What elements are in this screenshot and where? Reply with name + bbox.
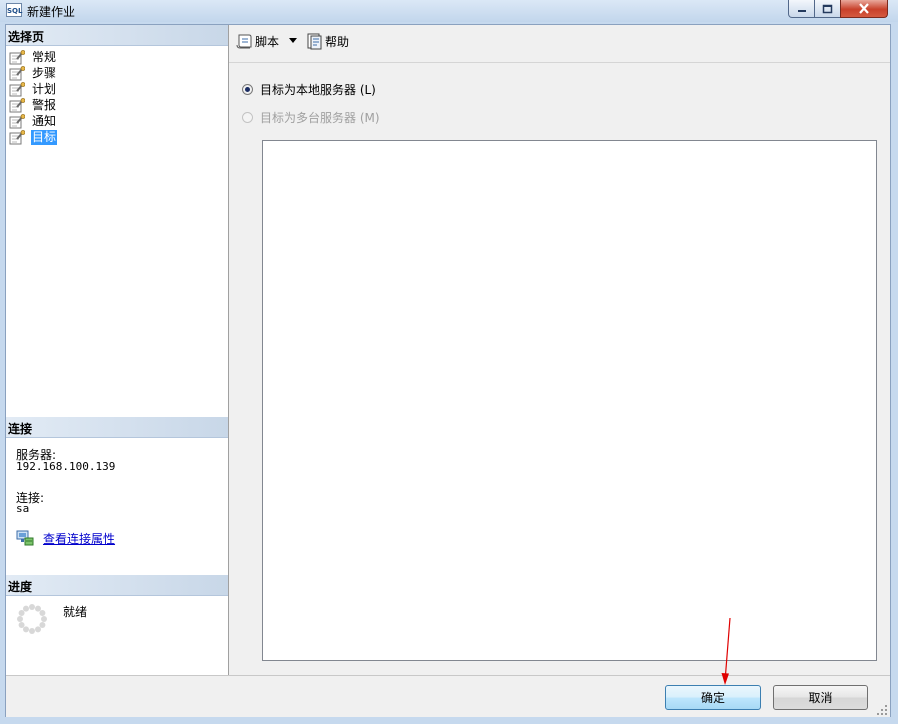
page-item[interactable]: 常规 <box>9 49 57 65</box>
window-title: 新建作业 <box>27 5 76 19</box>
cancel-button[interactable]: 取消 <box>773 685 868 710</box>
toolbar: 脚本 帮助 <box>229 25 890 63</box>
chevron-down-icon <box>289 38 297 43</box>
page-wrench-icon <box>9 113 26 129</box>
help-button[interactable]: 帮助 <box>306 33 349 50</box>
help-icon <box>307 33 322 50</box>
page-wrench-icon <box>9 129 26 145</box>
target-servers-list[interactable] <box>262 140 877 661</box>
page-item[interactable]: 通知 <box>9 113 57 129</box>
target-local-server-option[interactable]: 目标为本地服务器 (L) <box>242 81 376 98</box>
script-button[interactable]: 脚本 <box>236 33 279 50</box>
left-panel: 选择页 常规 步骤 计划 警报 通知 目标 连接 服务器: 192.168.100.139… <box>6 25 228 675</box>
annotation-arrow-icon <box>721 617 731 685</box>
server-value: 192.168.100.139 <box>16 460 116 473</box>
progress-status: 就绪 <box>63 605 88 619</box>
title-bar[interactable] <box>0 0 898 22</box>
connection-header: 连接 <box>6 417 228 438</box>
page-wrench-icon <box>9 65 26 81</box>
page-item-label: 警报 <box>32 97 57 112</box>
script-label: 脚本 <box>255 35 280 49</box>
page-item[interactable]: 目标 <box>9 129 58 145</box>
select-page-header: 选择页 <box>6 25 228 46</box>
ok-button[interactable]: 确定 <box>665 685 761 710</box>
target-multi-server-option: 目标为多台服务器 (M) <box>242 109 380 126</box>
maximize-icon <box>822 4 833 13</box>
page-item-label: 通知 <box>32 113 57 128</box>
page-wrench-icon <box>9 81 26 97</box>
connection-value: sa <box>16 502 30 515</box>
page-item-label: 计划 <box>32 81 57 96</box>
resize-grip-icon[interactable] <box>876 704 888 716</box>
page-item[interactable]: 警报 <box>9 97 57 113</box>
target-multi-radio <box>242 112 253 123</box>
app-icon: SQL <box>6 3 22 17</box>
minimize-button[interactable] <box>788 0 815 18</box>
target-local-label: 目标为本地服务器 (L) <box>260 83 376 97</box>
maximize-button[interactable] <box>814 0 841 18</box>
target-multi-label: 目标为多台服务器 (M) <box>260 111 380 125</box>
page-item[interactable]: 步骤 <box>9 65 57 81</box>
page-item-label: 步骤 <box>32 65 57 80</box>
progress-header: 进度 <box>6 575 228 596</box>
help-label: 帮助 <box>325 35 350 49</box>
page-item-label: 常规 <box>32 49 57 64</box>
page-wrench-icon <box>9 49 26 65</box>
page-wrench-icon <box>9 97 26 113</box>
close-button[interactable] <box>840 0 888 18</box>
connection-properties-icon <box>16 530 34 549</box>
view-connection-properties-link[interactable]: 查看连接属性 <box>43 530 115 547</box>
script-icon <box>236 34 252 49</box>
target-local-radio[interactable] <box>242 84 253 95</box>
close-icon <box>859 3 869 14</box>
page-item[interactable]: 计划 <box>9 81 57 97</box>
minimize-icon <box>797 9 806 12</box>
progress-spinner-icon <box>16 603 48 638</box>
page-item-label: 目标 <box>31 129 58 145</box>
script-dropdown-button[interactable] <box>289 38 298 44</box>
